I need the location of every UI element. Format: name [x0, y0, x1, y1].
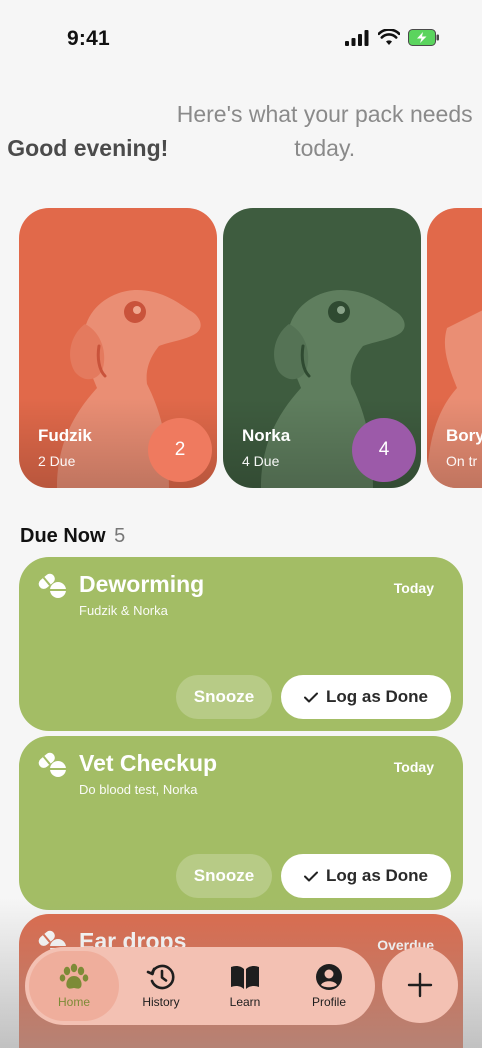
log-as-done-label: Log as Done: [325, 866, 428, 885]
snooze-button[interactable]: Snooze: [176, 854, 272, 898]
signal-icon: [345, 29, 369, 46]
log-as-done-label: Log as Done: [325, 687, 428, 706]
tab-label: Home: [57, 995, 90, 1009]
pet-due: 2 Due: [38, 453, 76, 469]
snooze-button[interactable]: Snooze: [176, 675, 272, 719]
pet-due-badge: 2: [148, 418, 212, 482]
pet-due: On tr: [446, 453, 478, 469]
greeting-bold: Good evening!: [7, 135, 169, 161]
status-time: 9:41: [67, 27, 110, 50]
wifi-icon: [378, 29, 400, 45]
pill-icon: [38, 752, 66, 777]
task-when: Today: [393, 759, 434, 775]
tab-label: Profile: [311, 995, 346, 1009]
pet-name: Fudzik: [38, 426, 92, 445]
check-icon: [303, 871, 318, 881]
tab-profile[interactable]: Profile: [287, 951, 371, 1021]
due-now-heading: Due Now 5: [20, 525, 125, 548]
task-title: Deworming: [79, 571, 205, 597]
pet-card-norka[interactable]: Norka 4 Due 4: [223, 208, 421, 488]
due-now-count: 5: [114, 525, 126, 547]
pet-name: Bory: [446, 426, 482, 445]
book-icon: [231, 965, 259, 989]
pet-due: 4 Due: [242, 453, 280, 469]
greeting: Good evening! Here's what your pack need…: [0, 97, 482, 165]
task-card-deworming[interactable]: Deworming Fudzik & Norka Today Snooze Lo…: [19, 557, 463, 731]
tab-history[interactable]: History: [119, 951, 203, 1021]
greeting-rest: Here's what your pack needs today.: [176, 101, 473, 161]
pill-icon: [38, 573, 66, 598]
task-card-vet-checkup[interactable]: Vet Checkup Do blood test, Norka Today S…: [19, 736, 463, 910]
paw-icon: [59, 963, 89, 989]
log-as-done-button[interactable]: Log as Done: [281, 675, 451, 719]
task-subtitle: Do blood test, Norka: [79, 782, 198, 797]
pet-card-fudzik[interactable]: Fudzik 2 Due 2: [19, 208, 217, 488]
tab-home[interactable]: Home: [29, 951, 119, 1021]
tab-learn[interactable]: Learn: [203, 951, 287, 1021]
tab-label: Learn: [229, 995, 261, 1009]
task-title: Vet Checkup: [79, 750, 218, 776]
status-icons: [345, 29, 440, 46]
check-icon: [303, 692, 318, 702]
pet-card-bory[interactable]: Bory On tr: [427, 208, 482, 488]
profile-icon: [316, 964, 342, 990]
tab-bar: Home History Learn Profile: [25, 947, 375, 1025]
status-bar: 9:41: [0, 0, 482, 80]
task-when: Today: [393, 580, 434, 596]
due-now-title: Due Now: [20, 525, 106, 547]
pet-name: Norka: [242, 426, 291, 445]
log-as-done-button[interactable]: Log as Done: [281, 854, 451, 898]
add-button[interactable]: [382, 947, 458, 1023]
plus-icon: [407, 972, 433, 998]
pet-carousel[interactable]: Fudzik 2 Due 2 Norka 4 Due 4 Bory On tr: [19, 208, 482, 490]
tab-label: History: [142, 995, 180, 1009]
task-subtitle: Fudzik & Norka: [79, 603, 168, 618]
history-icon: [146, 964, 175, 990]
battery-icon: [408, 29, 439, 46]
pet-due-badge: 4: [352, 418, 416, 482]
